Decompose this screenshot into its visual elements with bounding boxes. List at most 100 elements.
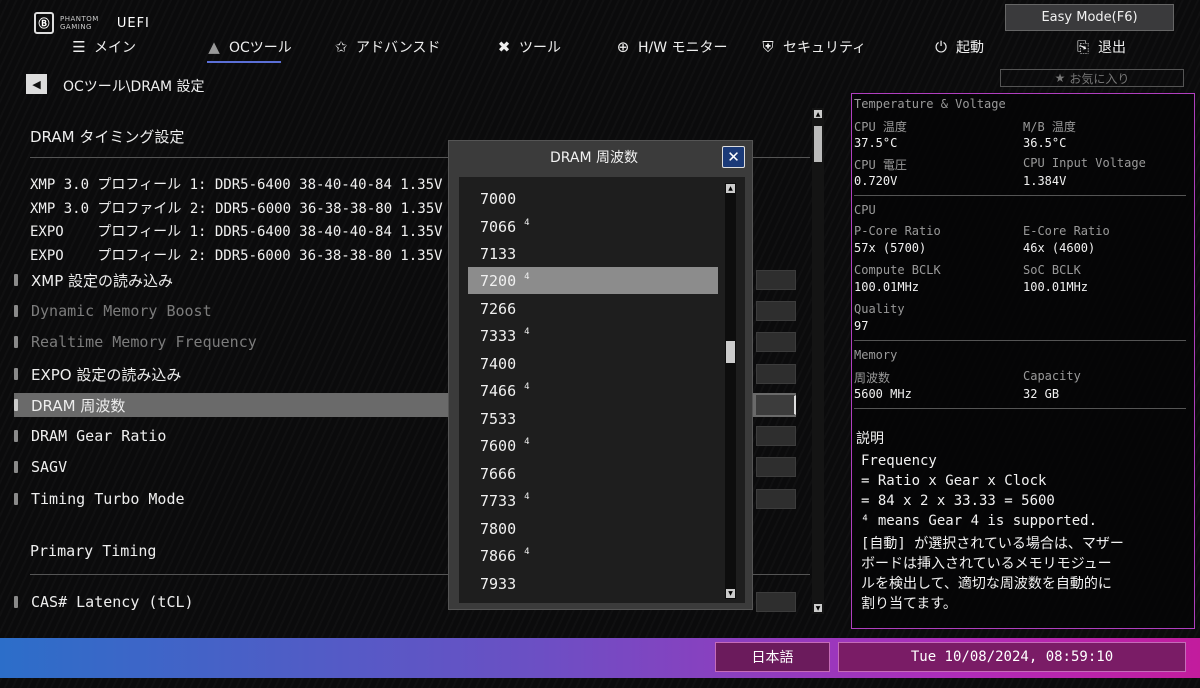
dialog-scroll-thumb[interactable]	[726, 341, 735, 363]
item-bullet	[14, 336, 18, 348]
brand-line-1: PHANTOM	[60, 15, 99, 23]
tab-main-label: メイン	[94, 40, 136, 56]
value-load-xmp[interactable]	[756, 270, 796, 290]
temp-voltage-title: Temperature & Voltage	[854, 97, 1006, 111]
gear4-mark: 4	[524, 217, 530, 228]
favorite-star-icon: ★	[1054, 71, 1066, 85]
item-bullet	[14, 305, 18, 317]
cpu-voltage-value: 0.720V	[854, 174, 898, 188]
cpu-input-voltage-value: 1.384V	[1023, 174, 1067, 188]
frequency-option[interactable]: 7400	[468, 350, 718, 377]
list-icon: ☰	[72, 38, 86, 56]
pcore-label: P-Core Ratio	[854, 224, 941, 238]
frequency-option[interactable]: 7266	[468, 295, 718, 322]
quality-label: Quality	[854, 302, 905, 316]
profile-xmp-2: XMP 3.0 プロファイル 2: DDR5-6000 36-38-38-80 …	[30, 201, 443, 217]
brand-line-2: GAMING	[60, 23, 92, 31]
phantom-gaming-logo: Ⓑ PHANTOM GAMING UEFI	[34, 12, 150, 34]
tab-security[interactable]: ⛨ セキュリティ	[759, 36, 866, 58]
gear4-mark: 4	[524, 546, 530, 557]
frequency-option-selected[interactable]: 7200 4	[468, 267, 718, 294]
main-scroll-thumb[interactable]	[814, 126, 822, 162]
value-load-expo[interactable]	[756, 364, 796, 384]
memory-freq-label: 周波数	[854, 371, 891, 385]
scroll-up-icon[interactable]: ▲	[814, 110, 822, 118]
compute-bclk-value: 100.01MHz	[854, 280, 920, 294]
item-bullet	[14, 274, 18, 286]
frequency-option[interactable]: 7600 4	[468, 432, 718, 459]
tab-boot[interactable]: ⏻ 起動	[932, 36, 984, 58]
value-sagv[interactable]	[756, 457, 796, 477]
tab-advanced[interactable]: ✩ アドバンスド	[332, 36, 441, 58]
frequency-option[interactable]: 7666	[468, 460, 718, 487]
main-scrollbar[interactable]: ▲ ▼	[812, 108, 824, 614]
frequency-option[interactable]: 7333 4	[468, 322, 718, 349]
star-icon: ✩	[334, 38, 348, 56]
description-line: Frequency	[861, 453, 937, 469]
dram-frequency-dialog: DRAM 周波数 ✕ 7000 7066 4 7133 7200 4 7266 73…	[448, 140, 753, 610]
tab-main[interactable]: ☰ メイン	[70, 36, 136, 58]
memory-freq-value: 5600 MHz	[854, 387, 912, 401]
breadcrumb: OCツール\DRAM 設定	[63, 79, 205, 95]
value-dynamic-memory-boost[interactable]	[756, 301, 796, 321]
tab-tools[interactable]: ✖ ツール	[495, 36, 561, 58]
value-timing-turbo-mode[interactable]	[756, 489, 796, 509]
tools-icon: ✖	[497, 38, 511, 56]
dialog-scrollbar[interactable]: ▲ ▼	[725, 183, 736, 599]
shield-icon: ⛨	[762, 38, 774, 56]
description-line: = 84 x 2 x 33.33 = 5600	[861, 493, 1055, 509]
tab-oc-tools-label: OCツール	[229, 40, 292, 56]
value-realtime-memory-frequency[interactable]	[756, 332, 796, 352]
description-line: [自動] が選択されている場合は、マザー	[861, 536, 1124, 552]
item-bullet	[14, 493, 18, 505]
tab-exit[interactable]: ⎘ 退出	[1074, 36, 1126, 58]
scroll-up-icon[interactable]: ▲	[726, 184, 735, 193]
back-button[interactable]: ◀	[26, 74, 47, 94]
tab-tools-label: ツール	[519, 40, 561, 56]
description-line: = Ratio x Gear x Clock	[861, 473, 1047, 489]
memory-capacity-value: 32 GB	[1023, 387, 1060, 401]
gear4-mark: 4	[524, 326, 530, 337]
easy-mode-button[interactable]: Easy Mode(F6)	[1005, 4, 1174, 31]
logo-mark-icon: Ⓑ	[34, 12, 54, 34]
primary-timing-heading: Primary Timing	[30, 542, 157, 560]
item-bullet	[14, 399, 18, 411]
gear4-mark: 4	[524, 271, 530, 282]
value-cas-latency[interactable]	[756, 592, 796, 612]
compute-bclk-label: Compute BCLK	[854, 263, 941, 277]
item-bullet	[14, 430, 18, 442]
description-line: ボードは挿入されているメモリモジュー	[861, 556, 1112, 572]
power-icon: ⏻	[935, 38, 947, 56]
datetime-display[interactable]: Tue 10/08/2024, 08:59:10	[838, 642, 1186, 672]
frequency-option[interactable]: 7533	[468, 405, 718, 432]
cpu-section-title: CPU	[854, 203, 876, 217]
language-button[interactable]: 日本語	[715, 642, 830, 672]
profile-xmp-1: XMP 3.0 プロフィール 1: DDR5-6400 38-40-40-84 …	[30, 177, 443, 193]
mb-temp-value: 36.5°C	[1023, 136, 1067, 150]
info-panel: Temperature & Voltage CPU 温度 37.5°C M/B …	[851, 93, 1195, 629]
crosshair-icon: ⊕	[616, 38, 630, 56]
tab-exit-label: 退出	[1098, 40, 1126, 56]
tab-oc-tools[interactable]: ▲ OCツール	[205, 36, 292, 58]
tab-hw-monitor[interactable]: ⊕ H/W モニター	[614, 36, 728, 58]
frequency-option[interactable]: 7133	[468, 240, 718, 267]
profile-expo-2: EXPO プロフィール 2: DDR5-6000 36-38-38-80 1.3…	[30, 248, 443, 264]
pcore-value: 57x (5700)	[854, 241, 927, 255]
scroll-down-icon[interactable]: ▼	[814, 604, 822, 612]
gear4-mark: 4	[524, 381, 530, 392]
item-bullet	[14, 461, 18, 473]
close-button[interactable]: ✕	[722, 146, 745, 168]
value-dram-frequency[interactable]	[756, 395, 796, 415]
scroll-down-icon[interactable]: ▼	[726, 589, 735, 598]
frequency-option[interactable]: 7000	[468, 185, 718, 212]
frequency-option[interactable]: 7733 4	[468, 487, 718, 514]
frequency-option[interactable]: 7933	[468, 570, 718, 597]
favorites-button[interactable]: ★ お気に入り	[1000, 69, 1184, 87]
frequency-option[interactable]: 7066 4	[468, 213, 718, 240]
cpu-voltage-label: CPU 電圧	[854, 158, 907, 172]
frequency-option[interactable]: 7466 4	[468, 377, 718, 404]
frequency-option[interactable]: 7866 4	[468, 542, 718, 569]
value-dram-gear-ratio[interactable]	[756, 426, 796, 446]
frequency-option[interactable]: 7800	[468, 515, 718, 542]
ecore-label: E-Core Ratio	[1023, 224, 1110, 238]
